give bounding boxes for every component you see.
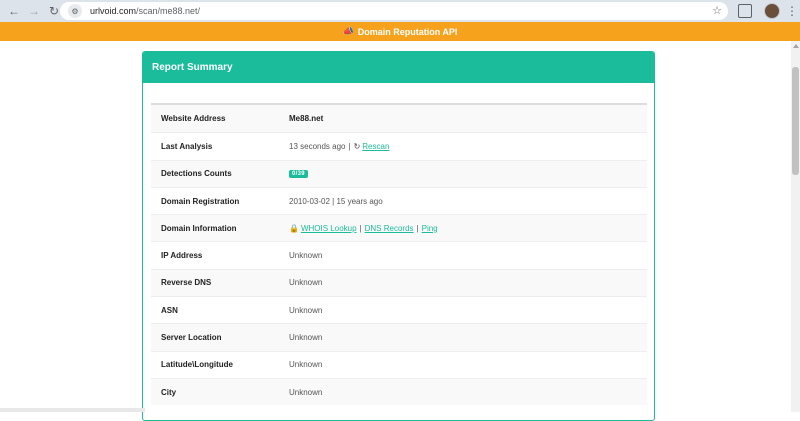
lat-long-value: Unknown bbox=[289, 360, 323, 370]
row-label: IP Address bbox=[161, 251, 203, 261]
dns-records-link[interactable]: DNS Records bbox=[365, 224, 414, 233]
whois-lookup-link[interactable]: WHOIS Lookup bbox=[301, 224, 357, 233]
separator: | bbox=[359, 223, 362, 233]
bottom-strip bbox=[0, 408, 145, 412]
city-value: Unknown bbox=[289, 387, 323, 397]
url-path: /scan/me88.net/ bbox=[136, 6, 201, 16]
last-analysis-value: 13 seconds ago | ↻ Rescan bbox=[289, 142, 647, 151]
detections-value: 0/39 bbox=[289, 169, 647, 178]
row-label: Last Analysis bbox=[161, 141, 213, 151]
website-address-value: Me88.net bbox=[289, 114, 324, 124]
row-label: Reverse DNS bbox=[161, 278, 212, 288]
last-analysis-time: 13 seconds ago bbox=[289, 141, 346, 151]
table-row-registration: Domain Registration 2010-03-02 | 15 year… bbox=[151, 186, 647, 214]
megaphone-icon: 📣 bbox=[342, 26, 354, 36]
url-host: urlvoid.com bbox=[90, 6, 137, 16]
table-row-last-analysis: Last Analysis 13 seconds ago | ↻ Rescan bbox=[151, 132, 647, 159]
separator: | bbox=[348, 141, 351, 151]
report-table: Website Address Me88.net Last Analysis 1… bbox=[151, 103, 647, 406]
reverse-dns-value: Unknown bbox=[289, 278, 323, 288]
address-bar[interactable]: ⚙ urlvoid.com/scan/me88.net/ ☆ bbox=[60, 2, 728, 20]
panel-title: Report Summary bbox=[143, 52, 654, 83]
domain-info-value: 🔒 WHOIS Lookup | DNS Records | Ping bbox=[289, 224, 647, 233]
banner-label: Domain Reputation API bbox=[357, 26, 458, 37]
table-row-detections: Detections Counts 0/39 bbox=[151, 159, 647, 187]
row-label: Detections Counts bbox=[161, 169, 232, 179]
table-row-asn: ASN Unknown bbox=[151, 296, 647, 323]
forward-arrow-icon[interactable]: → bbox=[26, 3, 42, 19]
row-label: Domain Information bbox=[161, 223, 237, 233]
site-info-icon[interactable]: ⚙ bbox=[68, 4, 82, 18]
page-scrollbar[interactable] bbox=[791, 41, 800, 412]
url-text[interactable]: urlvoid.com/scan/me88.net/ bbox=[90, 6, 200, 16]
browser-toolbar: ← → ↻ ⚙ urlvoid.com/scan/me88.net/ ☆ ⋮ bbox=[0, 0, 800, 22]
table-row-ip: IP Address Unknown bbox=[151, 241, 647, 268]
row-label: Server Location bbox=[161, 333, 222, 343]
extensions-icon[interactable] bbox=[738, 4, 752, 18]
lock-icon: 🔒 bbox=[289, 223, 299, 233]
report-summary-panel: Report Summary Website Address Me88.net … bbox=[142, 51, 655, 421]
scroll-thumb[interactable] bbox=[792, 67, 799, 175]
separator: | bbox=[416, 223, 419, 233]
table-row-website: Website Address Me88.net bbox=[151, 105, 647, 133]
table-row-reverse-dns: Reverse DNS Unknown bbox=[151, 268, 647, 297]
table-row-domain-info: Domain Information 🔒 WHOIS Lookup | DNS … bbox=[151, 214, 647, 242]
rescan-link[interactable]: Rescan bbox=[362, 142, 389, 151]
ping-link[interactable]: Ping bbox=[422, 224, 438, 233]
browser-menu-icon[interactable]: ⋮ bbox=[786, 3, 798, 19]
detections-badge: 0/39 bbox=[289, 169, 308, 178]
table-row-lat-long: Latitude\Longitude Unknown bbox=[151, 350, 647, 378]
registration-value: 2010-03-02 | 15 years ago bbox=[289, 196, 383, 206]
ip-value: Unknown bbox=[289, 251, 323, 261]
row-label: Latitude\Longitude bbox=[161, 360, 233, 370]
back-arrow-icon[interactable]: ← bbox=[6, 3, 22, 19]
domain-reputation-api-banner[interactable]: 📣 Domain Reputation API bbox=[0, 22, 800, 41]
bookmark-star-icon[interactable]: ☆ bbox=[712, 4, 722, 17]
row-label: City bbox=[161, 387, 177, 397]
row-label: ASN bbox=[161, 305, 178, 315]
asn-value: Unknown bbox=[289, 305, 323, 315]
row-label: Domain Registration bbox=[161, 196, 240, 206]
profile-avatar[interactable] bbox=[764, 3, 780, 19]
refresh-icon: ↻ bbox=[353, 141, 361, 151]
server-location-value: Unknown bbox=[289, 333, 323, 343]
row-label: Website Address bbox=[161, 114, 226, 124]
table-row-server-location: Server Location Unknown bbox=[151, 323, 647, 351]
scroll-up-arrow-icon[interactable] bbox=[793, 44, 799, 48]
table-row-city: City Unknown bbox=[151, 377, 647, 406]
